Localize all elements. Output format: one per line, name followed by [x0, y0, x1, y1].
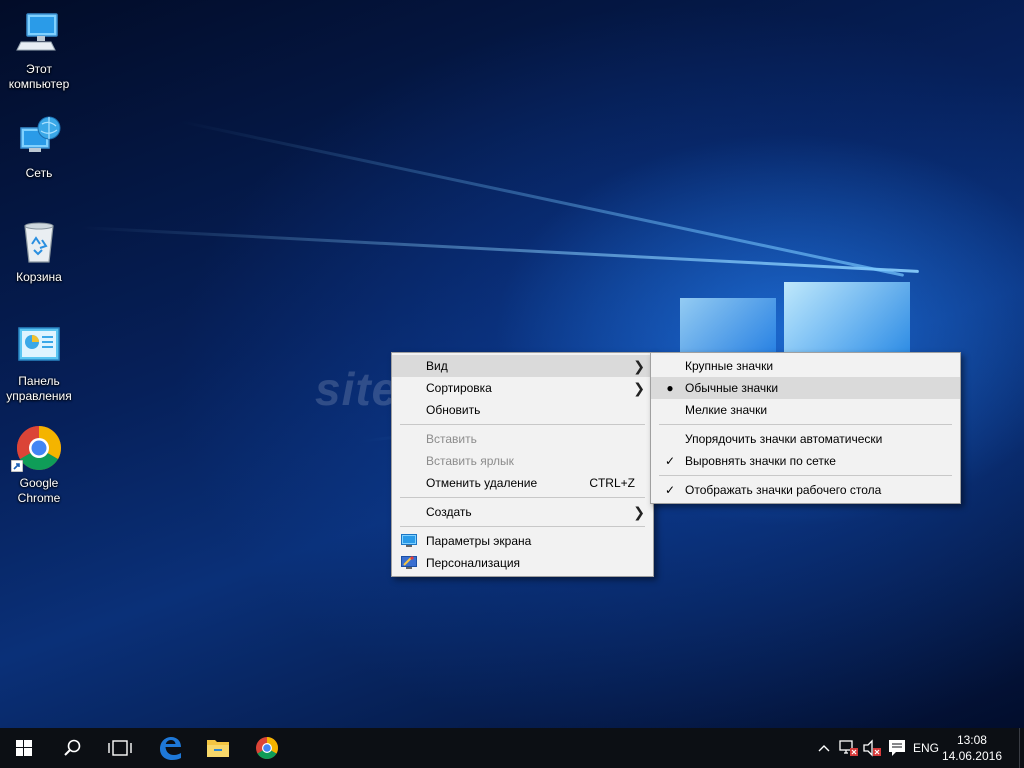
windows-start-icon: [16, 740, 32, 756]
menu-item-large-icons[interactable]: Крупные значки: [651, 355, 960, 377]
menu-item-label: Вид: [426, 359, 448, 373]
chevron-right-icon: ❯: [633, 504, 645, 520]
language-indicator[interactable]: ENG: [910, 728, 942, 768]
menu-item-label: Отменить удаление: [426, 476, 538, 490]
search-button[interactable]: [48, 728, 96, 768]
desktop[interactable]: site-voks.ru Этот компьютер Сеть: [0, 0, 1024, 728]
menu-item-auto-arrange[interactable]: Упорядочить значки автоматически: [651, 428, 960, 450]
menu-separator: [400, 497, 645, 498]
display-settings-icon: [401, 534, 417, 547]
checkmark-icon: ✓: [664, 483, 676, 497]
menu-item-small-icons[interactable]: Мелкие значки: [651, 399, 960, 421]
search-icon: [64, 739, 81, 756]
recycle-bin-icon: [15, 218, 63, 266]
taskbar-edge-button[interactable]: [146, 728, 194, 768]
menu-item-label: Выровнять значки по сетке: [685, 454, 836, 468]
desktop-icon-label: Сеть: [25, 166, 53, 180]
windows-logo-pane: [680, 298, 776, 360]
volume-muted-icon: [863, 739, 881, 757]
menu-item-label: Вставить ярлык: [426, 454, 514, 468]
menu-item-label: Вставить: [426, 432, 477, 446]
computer-icon: [15, 10, 63, 58]
clock[interactable]: 13:08 14.06.2016: [942, 732, 1002, 764]
menu-separator: [400, 526, 645, 527]
desktop-icon-label: Корзина: [16, 270, 62, 284]
desktop-icon-control-panel[interactable]: Панель управления: [0, 322, 78, 404]
chevron-right-icon: ❯: [633, 380, 645, 396]
control-panel-icon: [15, 322, 63, 370]
menu-item-label: Мелкие значки: [685, 403, 768, 417]
start-button[interactable]: [0, 728, 48, 768]
menu-item-label: Параметры экрана: [426, 534, 532, 548]
desktop-icon-network[interactable]: Сеть: [0, 114, 78, 181]
chevron-up-icon: [818, 745, 830, 752]
personalize-icon: [401, 556, 417, 569]
menu-item-view[interactable]: Вид ❯: [392, 355, 653, 377]
chrome-icon: [256, 737, 278, 759]
chrome-icon: [11, 424, 63, 472]
menu-separator: [659, 475, 952, 476]
edge-icon: [160, 737, 181, 760]
desktop-icon-label: Этот компьютер: [8, 62, 70, 91]
desktop-icon-label: Панель управления: [6, 374, 72, 403]
menu-item-label: Персонализация: [426, 556, 521, 570]
desktop-icon-google-chrome[interactable]: Google Chrome: [0, 424, 78, 506]
menu-item-sort[interactable]: Сортировка ❯: [392, 377, 653, 399]
menu-item-label: Обновить: [426, 403, 481, 417]
network-status-icon: [839, 740, 858, 756]
radio-selected-icon: ●: [666, 381, 674, 395]
desktop-icon-this-pc[interactable]: Этот компьютер: [0, 10, 78, 92]
taskbar-chrome-button[interactable]: [243, 728, 291, 768]
menu-item-label: Отображать значки рабочего стола: [685, 483, 882, 497]
menu-item-new[interactable]: Создать ❯: [392, 501, 653, 523]
desktop-icon-recycle-bin[interactable]: Корзина: [0, 218, 78, 285]
desktop-context-menu: Вид ❯ Сортировка ❯ Обновить Вставить Вст…: [391, 352, 654, 577]
menu-item-refresh[interactable]: Обновить: [392, 399, 653, 421]
desktop-icon-label: Google Chrome: [17, 476, 61, 505]
tray-overflow-button[interactable]: [812, 728, 836, 768]
language-label: ENG: [912, 741, 939, 755]
menu-item-undo-delete[interactable]: Отменить удаление CTRL+Z: [392, 472, 653, 494]
keyboard-shortcut: CTRL+Z: [589, 476, 635, 490]
network-status-button[interactable]: [836, 728, 860, 768]
clock-time: 13:08: [956, 733, 987, 747]
chevron-right-icon: ❯: [633, 358, 645, 374]
view-submenu: Крупные значки ● Обычные значки Мелкие з…: [650, 352, 961, 504]
light-beam: [179, 120, 905, 277]
menu-item-display-settings[interactable]: Параметры экрана: [392, 530, 653, 552]
task-view-button[interactable]: [96, 728, 144, 768]
menu-separator: [659, 424, 952, 425]
menu-item-label: Крупные значки: [685, 359, 774, 373]
file-explorer-icon: [207, 740, 229, 757]
checkmark-icon: ✓: [664, 454, 676, 468]
clock-date: 14.06.2016: [941, 749, 1002, 763]
menu-item-label: Сортировка: [426, 381, 492, 395]
menu-item-label: Упорядочить значки автоматически: [685, 432, 883, 446]
shortcut-arrow-icon: [11, 460, 23, 472]
windows-logo-pane: [784, 282, 910, 360]
menu-item-paste: Вставить: [392, 428, 653, 450]
taskbar: ENG 13:08 14.06.2016: [0, 728, 1024, 768]
menu-item-paste-shortcut: Вставить ярлык: [392, 450, 653, 472]
action-center-button[interactable]: [886, 728, 908, 768]
show-desktop-button[interactable]: [1019, 728, 1024, 768]
menu-item-show-desktop-icons[interactable]: ✓ Отображать значки рабочего стола: [651, 479, 960, 501]
task-view-icon: [108, 740, 132, 756]
taskbar-explorer-button[interactable]: [194, 728, 242, 768]
menu-item-label: Обычные значки: [685, 381, 779, 395]
menu-separator: [400, 424, 645, 425]
menu-item-label: Создать: [426, 505, 472, 519]
menu-item-medium-icons[interactable]: ● Обычные значки: [651, 377, 960, 399]
volume-button[interactable]: [860, 728, 884, 768]
menu-item-personalize[interactable]: Персонализация: [392, 552, 653, 574]
notifications-icon: [889, 740, 905, 756]
menu-item-align-grid[interactable]: ✓ Выровнять значки по сетке: [651, 450, 960, 472]
network-icon: [15, 114, 63, 162]
